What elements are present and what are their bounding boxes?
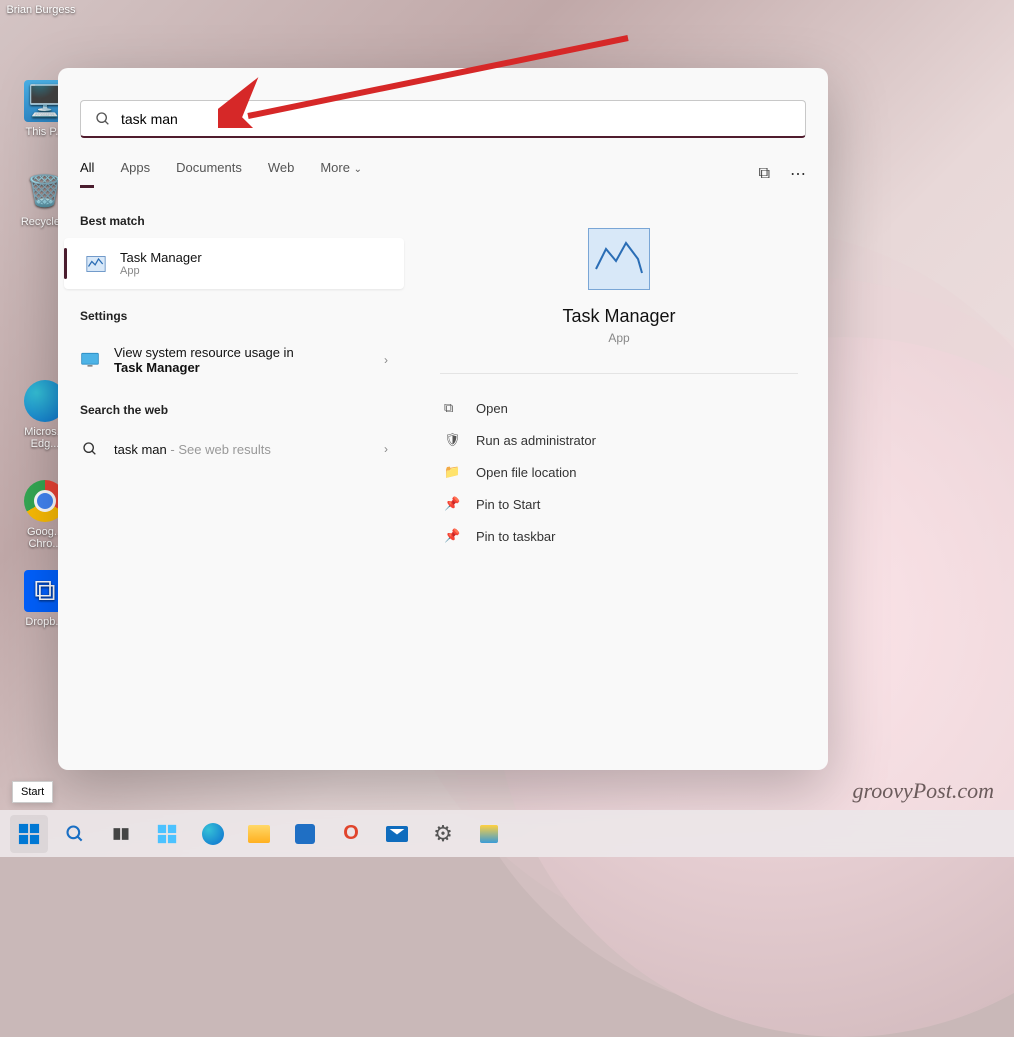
- action-open[interactable]: ⧉Open: [440, 392, 798, 424]
- action-pin-start[interactable]: 📌Pin to Start: [440, 488, 798, 520]
- watermark: groovyPost.com: [852, 778, 994, 804]
- shield-icon: 🛡: [444, 432, 462, 448]
- result-title: Task Manager: [120, 250, 202, 265]
- tab-web[interactable]: Web: [268, 160, 295, 188]
- result-settings-line1: View system resource usage inTask Manage…: [114, 345, 294, 375]
- detail-subtitle: App: [440, 331, 798, 345]
- taskbar-explorer[interactable]: [240, 815, 278, 853]
- window-snap-icon[interactable]: ⧉: [759, 165, 770, 183]
- search-tabs-row: All Apps Documents Web More ⌄ ⧉ ⋯: [58, 138, 828, 188]
- pin-icon: 📌: [444, 496, 462, 512]
- tab-all[interactable]: All: [80, 160, 94, 188]
- taskbar-store[interactable]: [286, 815, 324, 853]
- search-results-column: Best match Task Manager App Settings Vie…: [58, 188, 410, 770]
- action-open-location[interactable]: 📁Open file location: [440, 456, 798, 488]
- search-icon: [95, 111, 111, 127]
- taskbar-office[interactable]: O: [332, 815, 370, 853]
- action-pin-taskbar[interactable]: 📌Pin to taskbar: [440, 520, 798, 552]
- web-result-text: task man - See web results: [114, 442, 271, 457]
- task-manager-icon: [86, 254, 106, 274]
- search-input[interactable]: [121, 111, 791, 127]
- result-system-resource[interactable]: View system resource usage inTask Manage…: [58, 333, 410, 387]
- action-run-admin[interactable]: 🛡Run as administrator: [440, 424, 798, 456]
- taskbar-settings[interactable]: ⚙: [424, 815, 462, 853]
- section-search-web: Search the web: [58, 397, 410, 427]
- task-manager-icon: [588, 228, 650, 290]
- taskbar-widgets[interactable]: [148, 815, 186, 853]
- result-web-search[interactable]: task man - See web results ›: [58, 427, 410, 471]
- taskbar-edge[interactable]: [194, 815, 232, 853]
- monitor-icon: [80, 350, 100, 370]
- pin-icon: 📌: [444, 528, 462, 544]
- start-search-panel: All Apps Documents Web More ⌄ ⧉ ⋯ Best m…: [58, 68, 828, 770]
- start-button[interactable]: [10, 815, 48, 853]
- taskbar-app[interactable]: [470, 815, 508, 853]
- tab-documents[interactable]: Documents: [176, 160, 242, 188]
- start-tooltip: Start: [12, 781, 53, 803]
- open-icon: ⧉: [444, 400, 462, 416]
- search-box[interactable]: [80, 100, 806, 138]
- chevron-right-icon: ›: [384, 353, 388, 367]
- desktop-user-label: Brian Burgess: [6, 4, 76, 16]
- more-options-icon[interactable]: ⋯: [790, 164, 806, 184]
- result-subtitle: App: [120, 265, 202, 277]
- chevron-down-icon: ⌄: [354, 164, 362, 175]
- taskbar-mail[interactable]: [378, 815, 416, 853]
- tab-more[interactable]: More ⌄: [320, 160, 362, 188]
- search-icon: [80, 439, 100, 459]
- taskbar-search[interactable]: [56, 815, 94, 853]
- detail-pane: Task Manager App ⧉Open 🛡Run as administr…: [410, 188, 828, 770]
- chevron-right-icon: ›: [384, 442, 388, 456]
- section-settings: Settings: [58, 303, 410, 333]
- folder-icon: 📁: [444, 464, 462, 480]
- detail-title: Task Manager: [440, 306, 798, 327]
- section-best-match: Best match: [58, 208, 410, 238]
- result-task-manager[interactable]: Task Manager App: [64, 238, 404, 289]
- taskbar: O ⚙: [0, 810, 1014, 857]
- taskbar-task-view[interactable]: [102, 815, 140, 853]
- tab-apps[interactable]: Apps: [120, 160, 150, 188]
